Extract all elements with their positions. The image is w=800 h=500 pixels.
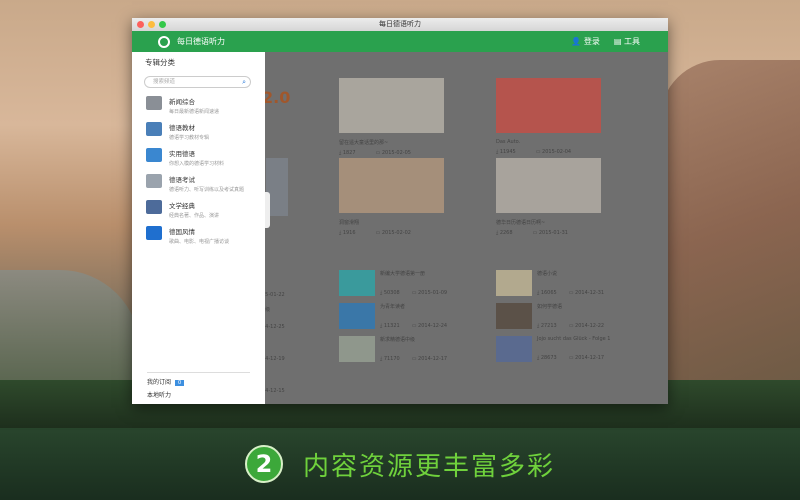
category-item[interactable]: 德语教材 德语学习教材专辑 [146, 122, 265, 141]
zoom-button[interactable] [159, 21, 166, 28]
category-icon [146, 122, 162, 136]
list-thumbnail [496, 270, 532, 296]
promo-banner: 2 内容资源更丰富多彩 [0, 428, 800, 500]
album-card[interactable]: 德华日历德语日历啊~ ⤓ 2268 ▭ 2015-01-31 [496, 158, 601, 236]
list-item[interactable]: 为青年读者 ⤓ 11321 ▭ 2014-12-24 [339, 303, 447, 329]
slogan: 内容资源更丰富多彩 [302, 451, 555, 482]
list-item[interactable]: 如何学德语 ⤓ 27213 ▭ 2014-12-22 [496, 303, 604, 329]
category-icon [146, 174, 162, 188]
date: ▭ 2014-12-22 [568, 323, 605, 329]
title-bar: 每日德语听力 [132, 18, 668, 31]
search-input[interactable]: 搜索频道 ⌕ [144, 76, 251, 88]
date: ▭ 2015-02-05 [375, 150, 411, 156]
album-card[interactable]: 留在遥大童话里的那~ ⤓ 1827 ▭ 2015-02-05 [339, 78, 444, 156]
date: ▭ 2014-12-31 [568, 290, 605, 296]
date: ▭ 2014-12-24 [411, 323, 448, 329]
category-icon [146, 148, 162, 162]
download-count: ⤓ 50308 [380, 290, 400, 296]
sidebar-collapse-handle[interactable] [265, 192, 270, 228]
date: ▭ 2014-12-17 [568, 355, 605, 361]
category-item[interactable]: 新闻综合 每日最新德语新闻速递 [146, 96, 265, 115]
download-count: ⤓ 1827 [339, 150, 356, 156]
app-logo-icon [158, 35, 170, 48]
category-item[interactable]: 德国风情 歌曲、电影、电视广播访谈 [146, 226, 265, 245]
search-icon[interactable]: ⌕ [242, 77, 246, 87]
login-button[interactable]: 👤 登录 [571, 36, 600, 47]
app-name: 每日德语听力 [177, 37, 225, 46]
download-count: ⤓ 28673 [537, 355, 557, 361]
album-card[interactable]: 洞窗滑翔 ⤓ 1916 ▭ 2015-02-02 [339, 158, 444, 236]
partial-date: 15-01-22 [262, 292, 285, 298]
download-count: ⤓ 11321 [380, 323, 400, 329]
date: ▭ 2015-02-02 [375, 230, 411, 236]
download-count: ⤓ 2268 [496, 230, 513, 236]
album-image [496, 158, 601, 213]
album-image [339, 158, 444, 213]
background-cliff [660, 60, 800, 400]
download-count: ⤓ 27213 [537, 323, 557, 329]
tools-button[interactable]: ▤ 工具 [614, 36, 640, 47]
album-image [339, 78, 444, 133]
category-item[interactable]: 德语考试 德语听力、听写训练以及考试真题 [146, 174, 265, 193]
category-icon [146, 200, 162, 214]
download-count: ⤓ 71170 [380, 356, 400, 362]
tools-icon: ▤ [613, 37, 622, 46]
date: ▭ 2014-12-17 [411, 356, 448, 362]
download-count: ⤓ 1916 [339, 230, 356, 236]
list-thumbnail [339, 270, 375, 296]
user-icon: 👤 [571, 37, 582, 46]
list-item[interactable]: 新求精德语中级 ⤓ 71170 ▭ 2014-12-17 [339, 336, 447, 362]
step-number: 2 [244, 445, 283, 483]
partial-date: 14-12-19 [262, 356, 285, 362]
album-card[interactable]: Das Auto. ⤓ 11945 ▭ 2015-02-04 [496, 78, 601, 155]
date: ▭ 2015-01-09 [411, 290, 448, 296]
close-button[interactable] [137, 21, 144, 28]
list-thumbnail [496, 303, 532, 329]
album-image [496, 78, 601, 133]
my-subscriptions[interactable]: 我的订阅 0 [147, 377, 250, 386]
date: ▭ 2015-01-31 [532, 230, 568, 236]
partial-date: 14-12-15 [262, 388, 285, 394]
minimize-button[interactable] [148, 21, 155, 28]
category-sidebar: 专辑分类 搜索频道 ⌕ 新闻综合 每日最新德语新闻速递 德语教材 德语学习教材专辑 实用德… [132, 52, 265, 404]
download-count: ⤓ 16065 [537, 290, 557, 296]
list-item[interactable]: Jojo sucht das Glück - Folge 1 ⤓ 28673 ▭ 2… [496, 336, 610, 362]
category-item[interactable]: 文学经典 经典名著、作品、演讲 [146, 200, 265, 219]
list-thumbnail [496, 336, 532, 362]
partial-date: 14-12-25 [262, 324, 285, 330]
subscription-count-badge: 0 [175, 380, 185, 386]
list-item[interactable]: 德语小说 ⤓ 16065 ▭ 2014-12-31 [496, 270, 604, 296]
list-thumbnail [339, 303, 375, 329]
partial-logo: 2.0 [262, 88, 291, 107]
date: ▭ 2015-02-04 [535, 149, 572, 155]
category-item[interactable]: 实用德语 你想入模的德语学习材料 [146, 148, 265, 167]
local-listening[interactable]: 本地听力 [147, 390, 250, 399]
list-thumbnail [339, 336, 375, 362]
sidebar-title: 专辑分类 [145, 58, 175, 67]
category-icon [146, 96, 162, 110]
list-item[interactable]: 新编大学德语第一册 ⤓ 50308 ▭ 2015-01-09 [339, 270, 447, 296]
app-header: 每日德语听力 👤 登录 ▤ 工具 [132, 31, 668, 52]
download-count: ⤓ 11945 [496, 149, 516, 155]
window-title: 每日德语听力 [379, 20, 421, 28]
app-window: 每日德语听力 每日德语听力 👤 登录 ▤ 工具 专辑分类 搜索频道 ⌕ 新闻综合每… [132, 18, 668, 404]
category-icon [146, 226, 162, 240]
